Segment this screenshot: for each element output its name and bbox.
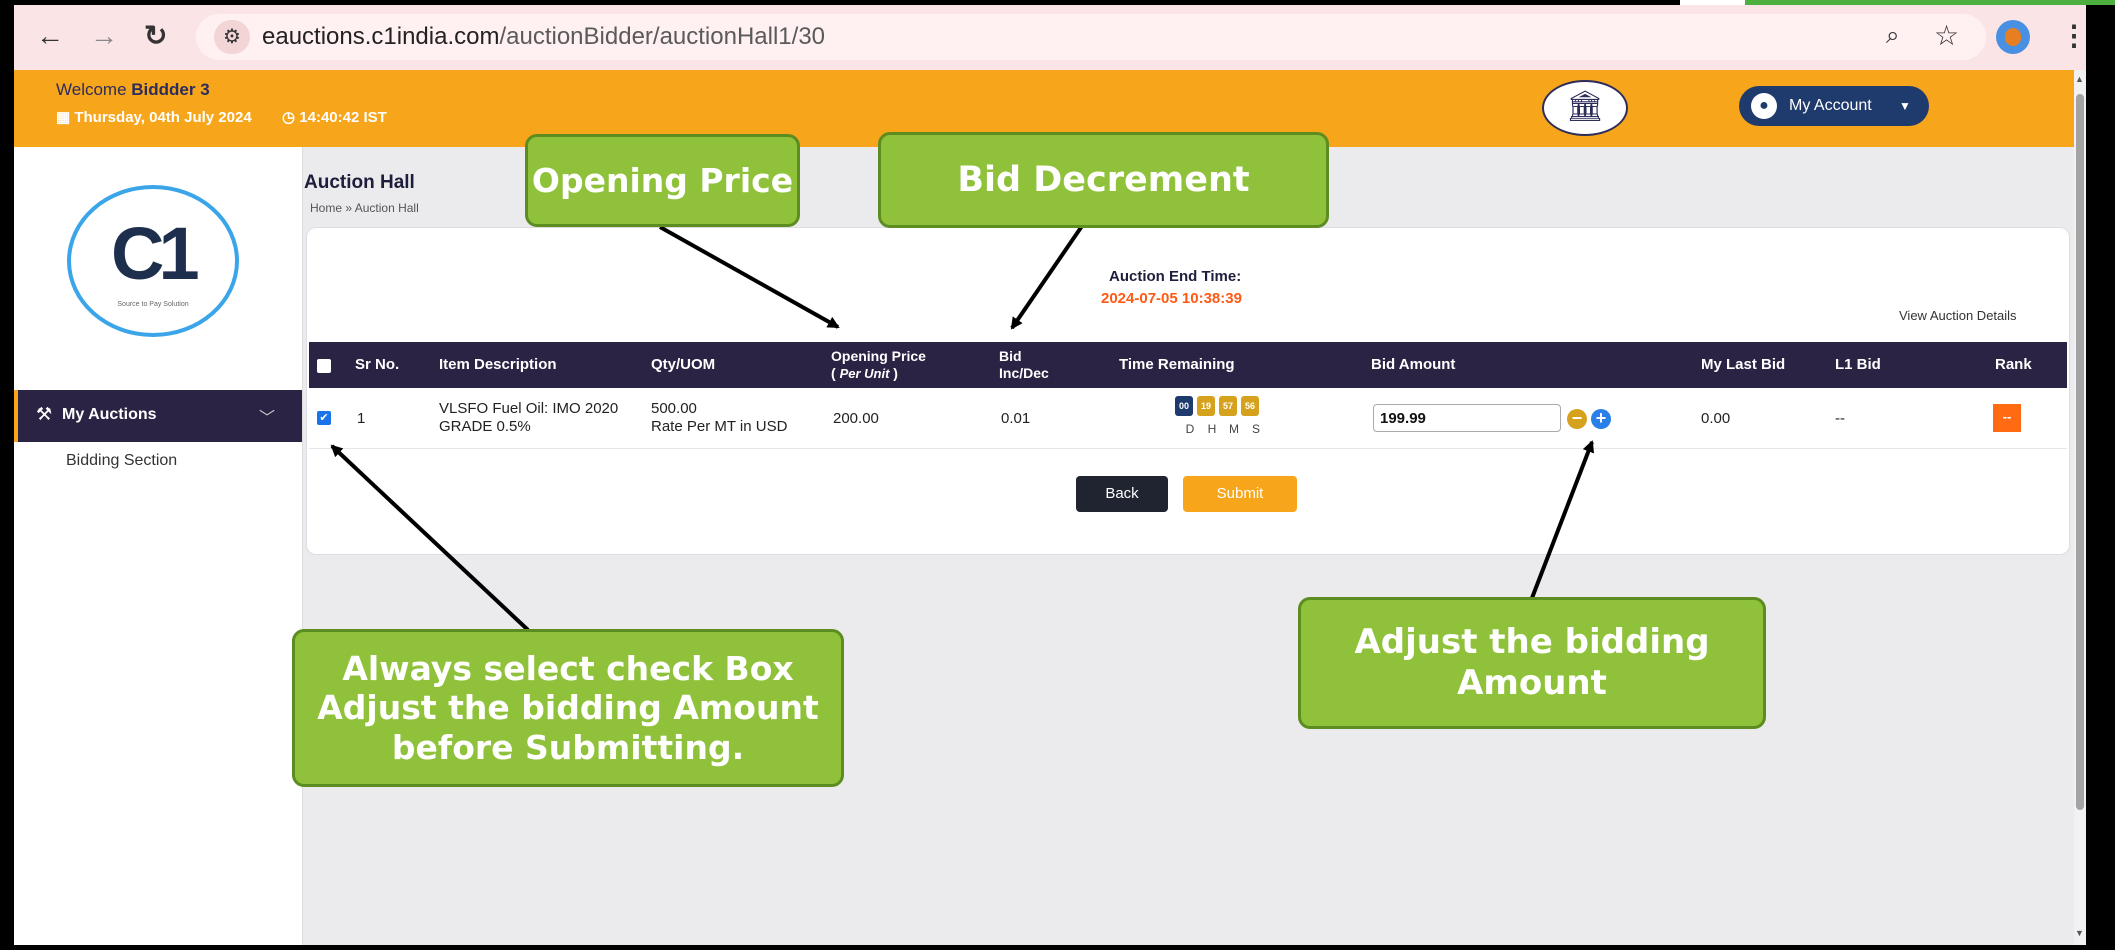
active-indicator xyxy=(14,390,18,442)
increase-bid-icon[interactable]: + xyxy=(1591,409,1611,429)
callout-bid-decrement: Bid Decrement xyxy=(878,132,1329,228)
breadcrumb-home[interactable]: Home xyxy=(310,201,342,215)
cell-my-last-bid: 0.00 xyxy=(1701,410,1731,427)
cell-opening-price: 200.00 xyxy=(833,410,879,427)
page-title: Auction Hall xyxy=(304,172,415,193)
breadcrumb-separator: » xyxy=(345,201,353,215)
col-sr: Sr No. xyxy=(355,356,400,373)
timer-hours: 19 xyxy=(1197,396,1215,416)
my-account-button[interactable]: ● My Account ▼ xyxy=(1739,86,1929,126)
back-arrow-icon[interactable]: ← xyxy=(36,19,64,53)
callout-checkbox-line2: Adjust the bidding Amount xyxy=(317,688,819,728)
cell-item: VLSFO Fuel Oil: IMO 2020 GRADE 0.5% xyxy=(439,400,619,435)
callout-checkbox-line1: Always select check Box xyxy=(342,648,794,688)
view-auction-details-link[interactable]: View Auction Details xyxy=(1899,308,2017,323)
gavel-icon: ⚒ xyxy=(36,404,53,424)
col-rank: Rank xyxy=(1995,356,2032,373)
back-button[interactable]: Back xyxy=(1076,476,1168,512)
url-text[interactable]: eauctions.c1india.com/auctionBidder/auct… xyxy=(262,21,825,53)
col-bid-inc-dec: Bid Inc/Dec xyxy=(999,348,1049,381)
sidebar: C1 Source to Pay Solution ⚒ My Auctions … xyxy=(14,147,303,945)
select-all-checkbox[interactable] xyxy=(317,359,331,373)
decrease-bid-icon[interactable]: − xyxy=(1567,409,1587,429)
chevron-down-icon: ﹀ xyxy=(259,410,276,427)
cell-bid-step: 0.01 xyxy=(1001,410,1031,427)
logo-text: C1 xyxy=(111,212,200,295)
reload-icon[interactable]: ↻ xyxy=(144,19,167,53)
col-opening-price: Opening Price( Per Unit ) xyxy=(831,348,926,381)
vertical-scrollbar[interactable]: ▲ ▼ xyxy=(2074,70,2086,945)
col-qty: Qty/UOM xyxy=(651,356,716,373)
auction-end-time: 2024-07-05 10:38:39 xyxy=(1101,290,1242,307)
bookmark-star-icon[interactable]: ☆ xyxy=(1934,19,1959,53)
countdown-timer: 00 19 57 56 xyxy=(1175,396,1263,416)
c1-logo: C1 Source to Pay Solution xyxy=(67,185,239,337)
kebab-menu-icon[interactable]: ⋮ xyxy=(2060,19,2086,53)
forward-arrow-icon[interactable]: → xyxy=(90,19,118,53)
col-time-remaining: Time Remaining xyxy=(1119,356,1235,373)
logo-tagline: Source to Pay Solution xyxy=(117,301,189,308)
time-text: 14:40:42 IST xyxy=(299,109,387,126)
date-time-line: ▦ Thursday, 04th July 2024 ◷ 14:40:42 IS… xyxy=(56,108,387,126)
caret-down-icon: ▼ xyxy=(1899,99,1911,113)
callout-opening-price: Opening Price xyxy=(525,134,800,227)
callout-checkbox-line3: before Submitting. xyxy=(391,727,745,767)
cell-qty: 500.00 Rate Per MT in USD xyxy=(651,400,788,435)
user-avatar-icon: ● xyxy=(1751,93,1777,119)
auction-end-label: Auction End Time: xyxy=(1109,268,1242,285)
breadcrumb: Home » Auction Hall xyxy=(310,201,419,215)
timer-days: 00 xyxy=(1175,396,1193,416)
scroll-down-icon[interactable]: ▼ xyxy=(2075,928,2084,938)
timer-labels: DHMS xyxy=(1185,422,1260,436)
my-account-label: My Account xyxy=(1789,97,1872,114)
timer-minutes: 57 xyxy=(1219,396,1237,416)
sidebar-item-label: My Auctions xyxy=(62,406,157,423)
auction-card: Auction End Time: 2024-07-05 10:38:39 Vi… xyxy=(306,227,2070,555)
callout-checkbox-reminder: Always select check Box Adjust the biddi… xyxy=(292,629,844,787)
bid-amount-input[interactable] xyxy=(1373,404,1561,432)
col-l1-bid: L1 Bid xyxy=(1835,356,1881,373)
scroll-up-icon[interactable]: ▲ xyxy=(2075,74,2084,84)
site-settings-icon[interactable]: ⚙ xyxy=(214,20,250,54)
sidebar-item-bidding-section[interactable]: Bidding Section xyxy=(66,452,177,470)
date-text: Thursday, 04th July 2024 xyxy=(74,109,252,126)
calendar-icon: ▦ xyxy=(56,109,71,126)
sidebar-item-my-auctions[interactable]: ⚒ My Auctions ﹀ xyxy=(14,390,302,442)
table-header: Sr No. Item Description Qty/UOM Opening … xyxy=(309,342,2067,388)
col-item: Item Description xyxy=(439,356,557,373)
callout-adjust-amount: Adjust the bidding Amount xyxy=(1298,597,1766,729)
clock-icon: ◷ xyxy=(282,109,296,126)
col-my-last-bid: My Last Bid xyxy=(1701,356,1786,373)
breadcrumb-current: Auction Hall xyxy=(354,201,419,215)
welcome-text: Welcome Biddder 3 xyxy=(56,80,210,99)
cell-sr: 1 xyxy=(357,410,366,427)
zoom-icon[interactable]: ⌕ xyxy=(1886,19,1899,53)
timer-seconds: 56 xyxy=(1241,396,1259,416)
table-row: ✔ 1 VLSFO Fuel Oil: IMO 2020 GRADE 0.5% 5… xyxy=(309,388,2067,449)
scrollbar-thumb[interactable] xyxy=(2076,94,2084,810)
browser-toolbar: ← → ↻ ⚙ eauctions.c1india.com/auctionBid… xyxy=(14,5,2086,70)
col-bid-amount: Bid Amount xyxy=(1371,356,1456,373)
profile-icon[interactable] xyxy=(1996,20,2030,54)
submit-button[interactable]: Submit xyxy=(1183,476,1297,512)
row-select-checkbox[interactable]: ✔ xyxy=(317,411,331,425)
rank-badge: -- xyxy=(1993,404,2021,432)
cell-l1-bid: -- xyxy=(1835,410,1845,427)
bank-logo-icon: 🏛 xyxy=(1542,80,1628,136)
